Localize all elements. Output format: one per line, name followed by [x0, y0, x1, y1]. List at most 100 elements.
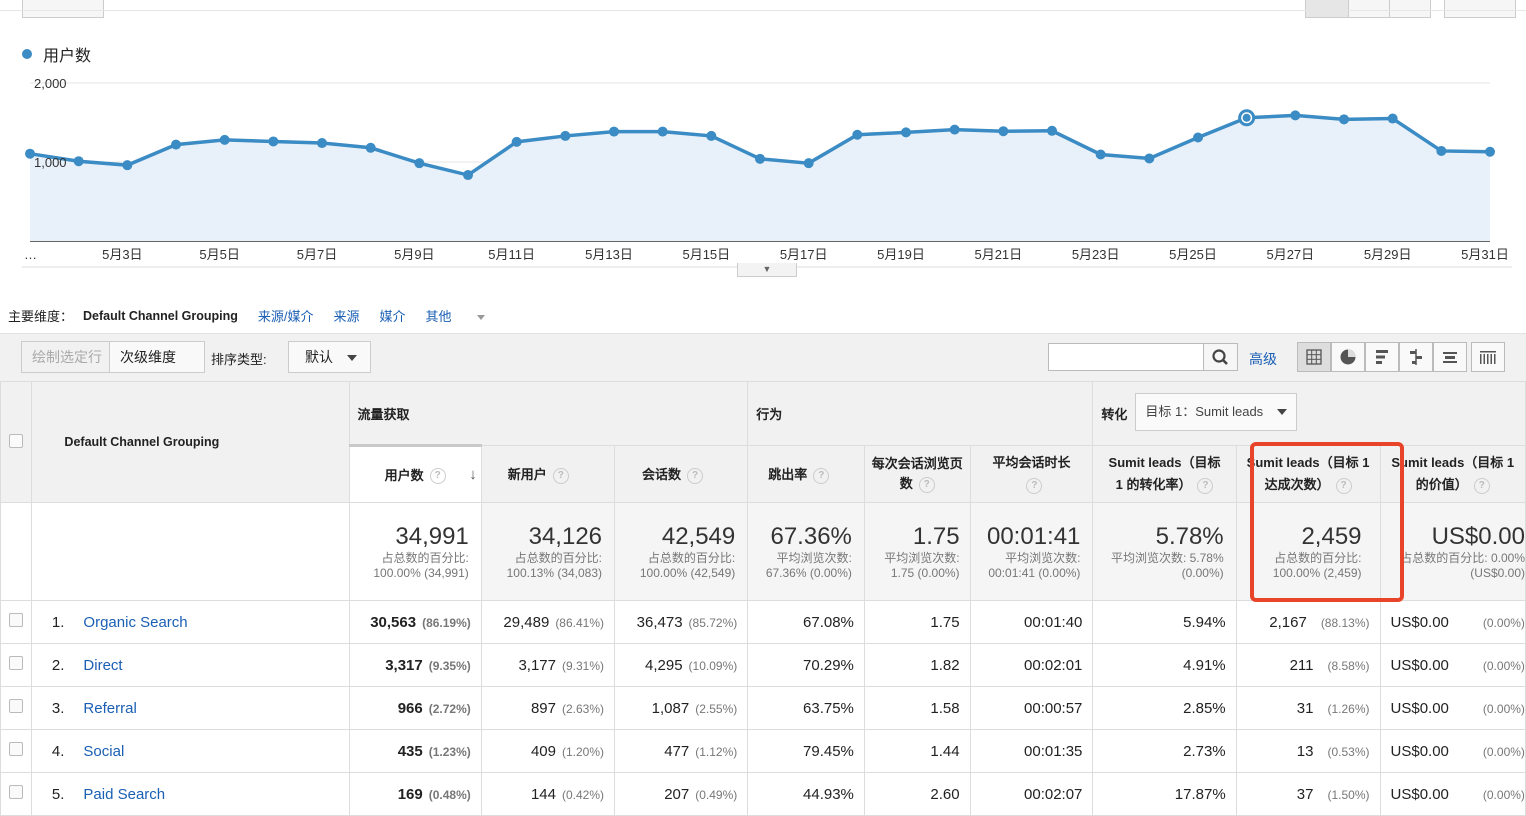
- data-point[interactable]: [1193, 132, 1203, 143]
- view-table-button[interactable]: [1297, 342, 1331, 372]
- col-header-new-users[interactable]: 新用户?: [480, 445, 616, 503]
- cell-pages-per-session: 1.58: [863, 686, 971, 730]
- chart-collapse-handle[interactable]: ▼: [737, 263, 797, 277]
- table-row[interactable]: 5. Paid Search 169 (0.48%) 144 (0.42%) 207 (…: [0, 772, 1526, 816]
- help-icon[interactable]: ?: [429, 468, 446, 485]
- channel-link[interactable]: Referral: [83, 700, 136, 717]
- dimension-source[interactable]: 来源: [334, 306, 360, 325]
- data-point[interactable]: [1436, 145, 1447, 156]
- data-point[interactable]: [122, 160, 133, 171]
- users-line-chart[interactable]: 2,000 1,000 … 5月3日 5月5日 5月7日 5月9日 5月11日 5月13日 5月…: [0, 60, 1526, 270]
- data-point[interactable]: [73, 156, 84, 167]
- data-point[interactable]: [414, 158, 425, 169]
- x-tick-label: 5月15日: [682, 247, 730, 262]
- data-point[interactable]: [219, 134, 230, 145]
- primary-dimension-label: 主要维度：: [8, 309, 74, 324]
- col-header-avg-duration[interactable]: 平均会话时长?: [969, 445, 1094, 503]
- data-point[interactable]: [901, 127, 911, 138]
- sort-type-select[interactable]: 默认: [288, 341, 371, 373]
- help-icon[interactable]: ?: [1473, 477, 1490, 494]
- secondary-dimension-select[interactable]: 次级维度: [109, 341, 205, 392]
- cell-bounce-rate: 70.29%: [747, 643, 865, 687]
- search-button[interactable]: [1204, 343, 1238, 371]
- total-sub: 平均浏览次数: 1.75 (0.00%): [884, 550, 960, 580]
- data-point[interactable]: [171, 139, 181, 150]
- data-point[interactable]: [609, 126, 619, 137]
- table-row[interactable]: 1. Organic Search 30,563 (86.19%) 29,489 (8…: [0, 600, 1526, 644]
- data-point[interactable]: [317, 138, 327, 149]
- data-point[interactable]: [1144, 153, 1155, 164]
- data-point[interactable]: [949, 124, 960, 135]
- view-term-cloud-button[interactable]: [1433, 342, 1467, 372]
- x-tick-label: …: [24, 247, 37, 262]
- data-point[interactable]: [1485, 146, 1495, 157]
- col-header-pages-per-session[interactable]: 每次会话浏览页数?: [863, 445, 971, 503]
- table-row[interactable]: 3. Referral 966 (2.72%) 897 (2.63%) 1,087 (2…: [0, 686, 1526, 730]
- row-checkbox[interactable]: [9, 784, 24, 799]
- dimension-other[interactable]: 其他: [426, 306, 505, 325]
- table-search-input[interactable]: [1048, 343, 1204, 371]
- channel-link[interactable]: Organic Search: [83, 614, 187, 631]
- help-icon[interactable]: ?: [687, 467, 704, 484]
- col-header-pages-label: 每次会话浏览页数: [871, 456, 963, 491]
- help-icon[interactable]: ?: [918, 476, 935, 493]
- view-pivot-button[interactable]: [1471, 342, 1505, 372]
- view-pie-button[interactable]: [1331, 342, 1365, 372]
- date-range-button[interactable]: [22, 0, 104, 18]
- value: 29,489: [503, 613, 550, 631]
- help-icon[interactable]: ?: [1197, 477, 1214, 494]
- data-point[interactable]: [268, 136, 279, 147]
- view-comparison-button[interactable]: [1399, 342, 1433, 372]
- plot-rows-button[interactable]: 绘制选定行: [21, 341, 113, 373]
- row-checkbox[interactable]: [9, 741, 24, 756]
- data-point[interactable]: [511, 136, 522, 147]
- x-tick-label: 5月31日: [1461, 247, 1509, 262]
- col-header-bounce-rate[interactable]: 跳出率?: [747, 445, 865, 503]
- dimension-medium[interactable]: 媒介: [380, 306, 406, 325]
- value: 37: [1296, 785, 1314, 803]
- channel-link[interactable]: Paid Search: [83, 786, 165, 803]
- period-month-button[interactable]: [1389, 0, 1431, 18]
- data-point[interactable]: [365, 142, 376, 153]
- data-point[interactable]: [803, 158, 814, 169]
- col-header-sessions[interactable]: 会话数?: [614, 445, 749, 503]
- channel-link[interactable]: Direct: [83, 657, 122, 674]
- help-icon[interactable]: ?: [1026, 477, 1043, 494]
- data-point[interactable]: [706, 130, 717, 141]
- data-point[interactable]: [1095, 149, 1106, 160]
- data-point[interactable]: [755, 153, 765, 164]
- chart-type-button[interactable]: [1444, 0, 1516, 18]
- row-checkbox[interactable]: [9, 698, 24, 713]
- period-day-button[interactable]: [1305, 0, 1349, 18]
- row-index: 1.: [51, 613, 65, 631]
- data-point[interactable]: [1387, 113, 1398, 124]
- col-header-users[interactable]: 用户数? ↓: [348, 444, 482, 503]
- data-point[interactable]: [1339, 114, 1349, 125]
- data-point[interactable]: [998, 126, 1009, 137]
- advanced-filter-link[interactable]: 高级: [1249, 349, 1277, 369]
- data-point[interactable]: [852, 129, 863, 140]
- help-icon[interactable]: ?: [813, 467, 830, 484]
- col-header-conversion-rate[interactable]: Sumit leads（目标 1 的转化率）?: [1092, 445, 1237, 503]
- dimension-source-medium[interactable]: 来源/媒介: [258, 306, 314, 325]
- cell-goal-value: US$0.00 (0.00%): [1379, 729, 1526, 773]
- data-point[interactable]: [1047, 125, 1057, 136]
- goal-select[interactable]: 目标 1：Sumit leads: [1135, 393, 1298, 431]
- value: 211: [1289, 656, 1314, 674]
- row-checkbox[interactable]: [9, 612, 24, 627]
- help-icon[interactable]: ?: [552, 467, 569, 484]
- view-performance-button[interactable]: [1365, 342, 1399, 372]
- data-point[interactable]: [657, 126, 668, 137]
- row-checkbox[interactable]: [9, 655, 24, 670]
- data-point[interactable]: [1290, 110, 1301, 121]
- dimension-column-header[interactable]: Default Channel Grouping: [31, 381, 350, 503]
- table-row[interactable]: 2. Direct 3,317 (9.35%) 3,177 (9.31%) 4,295…: [0, 643, 1526, 687]
- select-all-checkbox[interactable]: [9, 433, 24, 448]
- dimension-default-channel-grouping[interactable]: Default Channel Grouping: [83, 309, 238, 323]
- data-point[interactable]: [560, 130, 571, 141]
- data-point[interactable]: [463, 170, 473, 181]
- pct: (9.35%): [428, 658, 471, 673]
- channel-link[interactable]: Social: [83, 743, 124, 760]
- period-week-button[interactable]: [1348, 0, 1390, 18]
- table-row[interactable]: 4. Social 435 (1.23%) 409 (1.20%) 477 (1.12%…: [0, 729, 1526, 773]
